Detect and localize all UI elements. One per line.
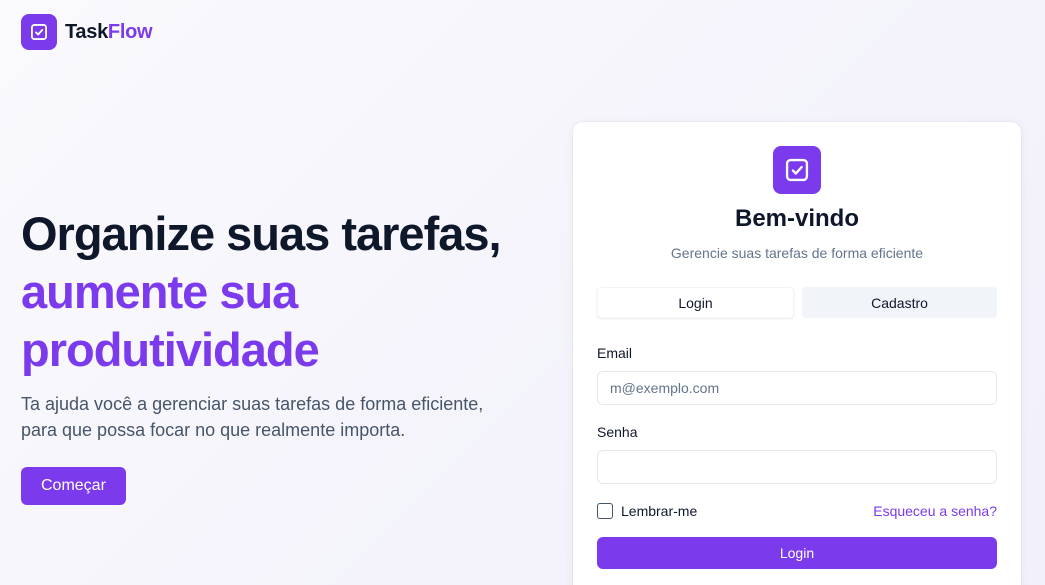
check-square-icon [31, 24, 47, 40]
brand-name: TaskFlow [65, 20, 153, 44]
login-button[interactable]: Login [597, 537, 997, 569]
password-field[interactable] [597, 450, 997, 484]
tab-cadastro[interactable]: Cadastro [802, 287, 997, 318]
remember-checkbox[interactable] [597, 503, 613, 519]
email-field[interactable] [597, 371, 997, 405]
hero-headline-line3: produtividade [21, 323, 320, 376]
brand-name-part2: Flow [107, 20, 153, 43]
forgot-password-link[interactable]: Esqueceu a senha? [873, 503, 997, 519]
remember-label: Lembrar-me [621, 503, 698, 519]
email-label: Email [597, 345, 633, 361]
tab-login[interactable]: Login [597, 287, 794, 318]
hero-description: Ta ajuda você a gerenciar suas tarefas d… [21, 394, 484, 440]
hero-headline-line2: aumente sua [21, 265, 298, 318]
check-square-icon [785, 158, 809, 182]
card-title: Bem-vindo [734, 205, 859, 232]
auth-tabs: Login Cadastro [597, 287, 997, 318]
remember-me[interactable]: Lembrar-me [597, 503, 697, 519]
hero-section: Organize suas tarefas, aumente sua produ… [21, 205, 541, 505]
card-subtitle: Gerencie suas tarefas de forma eficiente [670, 245, 924, 261]
brand-name-part1: Task [65, 20, 108, 43]
card-logo [773, 146, 821, 194]
brand[interactable]: TaskFlow [21, 14, 153, 50]
hero-headline: Organize suas tarefas, aumente sua produ… [21, 205, 541, 379]
brand-logo [21, 14, 57, 50]
auth-card: Bem-vindo Gerencie suas tarefas de forma… [573, 122, 1021, 585]
password-label: Senha [597, 424, 638, 440]
hero-headline-line1: Organize suas tarefas, [21, 207, 502, 260]
start-button[interactable]: Começar [21, 467, 126, 505]
